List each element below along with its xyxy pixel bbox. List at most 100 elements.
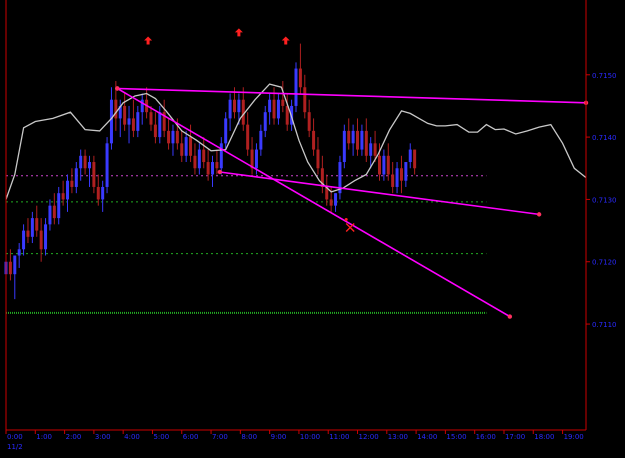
candle-body	[30, 218, 34, 237]
candle-body	[114, 99, 118, 119]
x-tick-label: 3:00	[95, 433, 111, 441]
candle-body	[281, 99, 285, 106]
candle-body	[307, 112, 311, 131]
y-tick-label: 0.7120	[592, 259, 617, 267]
candle-body	[202, 149, 206, 163]
candle-body	[197, 149, 201, 169]
chart-svg: 0.7150 0.7140 0.7130 0.7120 0.7110 0:00 1:00 2:…	[0, 0, 625, 458]
candle-body	[241, 99, 245, 125]
candle-body	[22, 230, 26, 250]
x-date-label: 11/2	[7, 443, 23, 451]
candle-body	[87, 162, 91, 169]
candle-body	[316, 149, 320, 169]
candle-body	[215, 162, 219, 169]
candle-body	[268, 99, 272, 113]
candle-body	[149, 112, 153, 125]
candle-body	[105, 143, 109, 187]
candle-body	[48, 205, 52, 225]
y-tick-label: 0.7110	[592, 321, 617, 329]
candle-body	[347, 130, 351, 144]
candle-body	[369, 143, 373, 156]
candle-body	[184, 137, 188, 156]
candle-body	[334, 193, 338, 206]
candle-body	[232, 99, 236, 113]
x-tick-label: 0:00	[7, 433, 23, 441]
x-tick-label: 9:00	[271, 433, 287, 441]
candle-body	[386, 155, 390, 175]
x-tick-label: 5:00	[153, 433, 169, 441]
candle-body	[395, 168, 399, 187]
x-tick-label: 13:00	[388, 433, 408, 441]
candle-body	[408, 149, 412, 163]
x-tick-label: 16:00	[476, 433, 496, 441]
candle-body	[360, 130, 364, 150]
candle-body	[109, 99, 113, 144]
candle-body	[79, 155, 83, 169]
candle-body	[219, 143, 223, 169]
candle-body	[373, 143, 377, 156]
candle-body	[44, 224, 48, 250]
candle-body	[180, 143, 184, 156]
candle-body	[329, 199, 333, 206]
candle-body	[413, 149, 417, 169]
candle-body	[96, 186, 100, 200]
candle-body	[303, 87, 307, 113]
x-tick-label: 15:00	[446, 433, 466, 441]
x-tick-label: 17:00	[505, 433, 525, 441]
candle-body	[131, 118, 135, 131]
candle-body	[193, 155, 197, 169]
candle-body	[17, 249, 21, 256]
candle-body	[206, 162, 210, 175]
candle-body	[404, 162, 408, 181]
candle-body	[13, 255, 17, 275]
trendline-anchor	[217, 169, 223, 175]
candle-body	[228, 99, 232, 119]
x-tick-label: 8:00	[241, 433, 257, 441]
x-tick-label: 4:00	[124, 433, 140, 441]
candle-body	[8, 261, 12, 275]
candle-body	[136, 112, 140, 131]
x-tick-label: 7:00	[212, 433, 228, 441]
candle-body	[167, 130, 171, 144]
candle-body	[254, 149, 258, 169]
candle-body	[123, 105, 127, 125]
candle-body	[153, 124, 157, 138]
x-tick-label: 1:00	[36, 433, 52, 441]
x-tick-label: 2:00	[66, 433, 82, 441]
candle-body	[83, 155, 87, 169]
trendline-anchor	[507, 314, 513, 319]
candle-body	[276, 99, 280, 119]
candle-body	[246, 124, 250, 150]
candle-body	[101, 186, 105, 200]
candle-body	[294, 68, 298, 106]
candle-body	[377, 155, 381, 175]
candle-body	[356, 130, 360, 150]
candle-body	[92, 162, 96, 187]
candle-body	[312, 130, 316, 150]
candle-body	[237, 99, 241, 113]
candle-body	[298, 68, 302, 88]
chart-background	[0, 0, 625, 458]
candle-body	[175, 130, 179, 144]
candle-body	[351, 130, 355, 144]
x-tick-label: 10:00	[300, 433, 320, 441]
candle-body	[57, 193, 61, 219]
x-tick-label: 18:00	[534, 433, 554, 441]
candle-body	[224, 118, 228, 144]
candle-body	[35, 218, 39, 231]
y-tick-label: 0.7140	[592, 134, 617, 142]
x-tick-label: 6:00	[183, 433, 199, 441]
candle-body	[74, 168, 78, 187]
trendline-anchor	[115, 86, 120, 91]
x-tick-label: 11:00	[329, 433, 349, 441]
candle-body	[399, 168, 403, 181]
candle-body	[211, 162, 215, 175]
candle-body	[364, 130, 368, 156]
x-tick-label: 12:00	[359, 433, 379, 441]
y-tick-label: 0.7150	[592, 72, 617, 80]
candle-body	[61, 193, 65, 200]
candle-body	[263, 112, 267, 131]
candle-body	[158, 112, 162, 138]
candle-body	[342, 130, 346, 163]
candle-body	[391, 174, 395, 187]
